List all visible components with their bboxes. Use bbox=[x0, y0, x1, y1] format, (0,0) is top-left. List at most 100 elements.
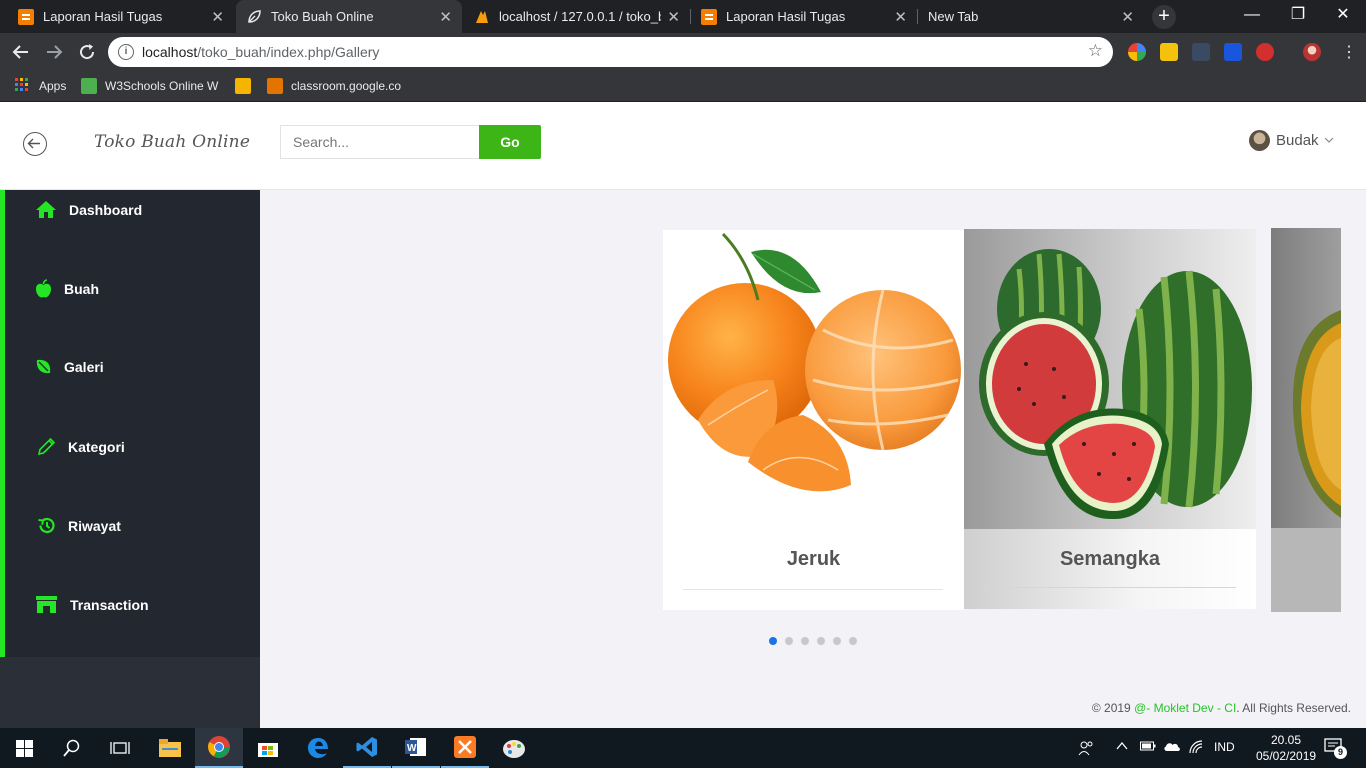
taskbar-clock[interactable]: 20.05 05/02/2019 bbox=[1256, 732, 1316, 764]
extension-icon[interactable] bbox=[1128, 43, 1146, 61]
avatar bbox=[1249, 130, 1270, 151]
xampp-icon[interactable] bbox=[441, 728, 489, 768]
word-icon[interactable]: W bbox=[392, 728, 440, 768]
clock-date: 05/02/2019 bbox=[1256, 749, 1317, 763]
extension-v-icon[interactable] bbox=[1160, 43, 1178, 61]
blogger-icon bbox=[701, 8, 717, 25]
carousel-dot[interactable] bbox=[801, 637, 809, 645]
close-tab-icon[interactable]: ✕ bbox=[667, 8, 680, 26]
browser-tab[interactable]: Laporan Hasil Tugas ✕ bbox=[8, 0, 234, 33]
bookmark-w3schools[interactable]: W3Schools Online W bbox=[81, 77, 219, 95]
history-icon bbox=[38, 517, 55, 534]
bookmark-label: Apps bbox=[39, 79, 67, 93]
browser-tab[interactable]: localhost / 127.0.0.1 / toko_bu ✕ bbox=[464, 0, 690, 33]
gallery-card[interactable]: Jeruk bbox=[663, 230, 964, 610]
bookmark-label: classroom.google.co bbox=[291, 79, 402, 93]
forward-arrow-icon[interactable] bbox=[42, 40, 66, 64]
gallery-card[interactable]: Semangka bbox=[964, 229, 1256, 609]
user-menu[interactable]: Budak bbox=[1249, 130, 1334, 151]
gallery-card-caption: Semangka bbox=[1059, 548, 1161, 570]
carousel-dot[interactable] bbox=[785, 637, 793, 645]
carousel-dot[interactable] bbox=[817, 637, 825, 645]
info-icon[interactable]: i bbox=[118, 44, 134, 60]
chrome-menu-icon[interactable]: ⋮ bbox=[1341, 42, 1357, 62]
file-explorer-icon[interactable] bbox=[146, 728, 194, 768]
gallery-card[interactable] bbox=[1271, 228, 1341, 612]
pencil-icon bbox=[37, 437, 56, 456]
sidebar-item-riwayat[interactable]: Riwayat bbox=[37, 516, 121, 535]
close-tab-icon[interactable]: ✕ bbox=[894, 8, 907, 26]
profile-avatar-icon[interactable] bbox=[1303, 43, 1321, 61]
home-icon bbox=[36, 201, 56, 218]
sidebar-item-kategori[interactable]: Kategori bbox=[37, 437, 125, 456]
edge-icon[interactable] bbox=[294, 728, 342, 768]
store-icon bbox=[36, 596, 57, 613]
bookmark-apps[interactable]: Apps bbox=[15, 77, 66, 95]
close-window-button[interactable]: ✕ bbox=[1320, 0, 1366, 33]
chevron-down-icon bbox=[1324, 135, 1334, 146]
caption-divider bbox=[984, 587, 1236, 588]
back-circle-icon[interactable] bbox=[23, 132, 47, 156]
chrome-icon[interactable] bbox=[195, 728, 243, 768]
new-tab-button[interactable]: + bbox=[1152, 5, 1176, 29]
leaf-icon bbox=[36, 359, 51, 374]
footer-link[interactable]: @- Moklet Dev - CI bbox=[1134, 701, 1236, 715]
browser-tab-active[interactable]: Toko Buah Online ✕ bbox=[236, 0, 462, 33]
gallery-card-caption: Jeruk bbox=[786, 548, 841, 570]
carousel-dot[interactable] bbox=[849, 637, 857, 645]
bookmark-classroom-icon-only[interactable] bbox=[235, 77, 259, 95]
bookmark-star-icon[interactable]: ☆ bbox=[1088, 41, 1103, 61]
reload-icon[interactable] bbox=[75, 40, 99, 64]
sidebar-item-label: Buah bbox=[64, 280, 99, 297]
go-button[interactable]: Go bbox=[479, 125, 541, 159]
search-input[interactable] bbox=[280, 125, 480, 159]
sidebar-menu: Dashboard Buah Galeri Kategori Riwayat T… bbox=[0, 190, 260, 657]
close-tab-icon[interactable]: ✕ bbox=[1121, 8, 1134, 26]
bookmarks-bar: Apps W3Schools Online W classroom.google… bbox=[0, 71, 1366, 102]
page-header: Toko Buah Online Go Budak bbox=[0, 102, 1366, 190]
search-icon[interactable] bbox=[48, 728, 96, 768]
vscode-icon[interactable] bbox=[343, 728, 391, 768]
sidebar-item-label: Galeri bbox=[64, 358, 104, 375]
bookmark-label: W3Schools Online W bbox=[105, 79, 219, 93]
paint-icon[interactable] bbox=[490, 728, 538, 768]
bookmark-classroom[interactable]: classroom.google.co bbox=[267, 77, 403, 95]
extension-u-icon[interactable] bbox=[1192, 43, 1210, 61]
carousel-dot-active[interactable] bbox=[769, 637, 777, 645]
tab-title: Laporan Hasil Tugas bbox=[43, 9, 163, 24]
page-footer: © 2019 @- Moklet Dev - CI. All Rights Re… bbox=[1092, 701, 1351, 715]
brand-logo[interactable]: Toko Buah Online bbox=[94, 132, 250, 152]
store-icon[interactable] bbox=[244, 728, 292, 768]
extension-i-icon[interactable] bbox=[1224, 43, 1242, 61]
sidebar-item-label: Kategori bbox=[68, 438, 125, 455]
minimize-button[interactable]: — bbox=[1229, 0, 1275, 33]
chevron-up-icon[interactable] bbox=[1116, 740, 1128, 755]
back-arrow-icon[interactable] bbox=[9, 40, 33, 64]
windows-start-icon[interactable] bbox=[0, 728, 48, 768]
browser-tab[interactable]: Laporan Hasil Tugas ✕ bbox=[691, 0, 917, 33]
close-tab-icon[interactable]: ✕ bbox=[439, 8, 452, 26]
wifi-icon[interactable] bbox=[1189, 740, 1205, 757]
people-icon[interactable] bbox=[1078, 740, 1094, 759]
tab-title: New Tab bbox=[928, 9, 979, 24]
close-tab-icon[interactable]: ✕ bbox=[211, 8, 224, 26]
notification-center-icon[interactable]: 9 bbox=[1324, 738, 1347, 759]
onedrive-cloud-icon[interactable] bbox=[1163, 740, 1181, 755]
address-bar[interactable]: i localhost/toko_buah/index.php/Gallery … bbox=[108, 37, 1113, 67]
input-language[interactable]: IND bbox=[1214, 740, 1235, 754]
sidebar-item-transaction[interactable]: Transaction bbox=[35, 595, 149, 614]
carousel-dot[interactable] bbox=[833, 637, 841, 645]
extension-red-icon[interactable] bbox=[1256, 43, 1274, 61]
apps-grid-icon bbox=[15, 78, 31, 94]
restore-button[interactable]: ❐ bbox=[1275, 0, 1321, 33]
browser-tab[interactable]: New Tab ✕ bbox=[918, 0, 1144, 33]
sidebar-item-label: Riwayat bbox=[68, 517, 121, 534]
svg-text:W: W bbox=[407, 743, 417, 754]
sidebar-item-buah[interactable]: Buah bbox=[35, 279, 99, 298]
sidebar-item-galeri[interactable]: Galeri bbox=[35, 358, 104, 375]
sidebar-item-dashboard[interactable]: Dashboard bbox=[35, 200, 142, 219]
battery-icon bbox=[1140, 740, 1156, 755]
tab-title: Laporan Hasil Tugas bbox=[726, 9, 846, 24]
tab-title: localhost / 127.0.0.1 / toko_bu bbox=[499, 9, 662, 24]
task-view-icon[interactable] bbox=[96, 728, 144, 768]
